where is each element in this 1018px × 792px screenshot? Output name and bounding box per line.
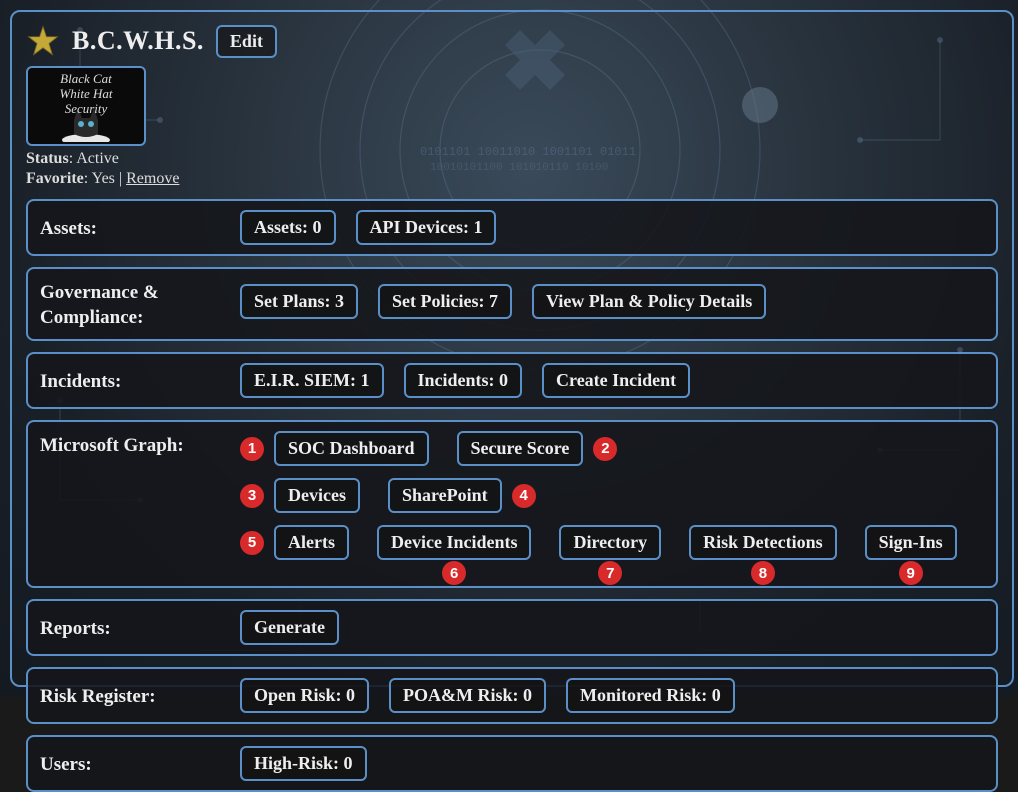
star-icon	[26, 24, 60, 58]
section-reports: Reports Generate	[26, 599, 998, 656]
remove-favorite-link[interactable]: Remove	[126, 170, 179, 187]
secure-score-button[interactable]: Secure Score	[457, 431, 584, 466]
section-label-risk: Risk Register	[40, 682, 240, 710]
section-risk: Risk Register Open Risk: 0 POA&M Risk: 0…	[26, 667, 998, 724]
section-governance: Governance & Compliance Set Plans: 3 Set…	[26, 267, 998, 341]
devices-button[interactable]: Devices	[274, 478, 360, 513]
set-policies-button[interactable]: Set Policies: 7	[378, 284, 512, 319]
badge-3: 3	[240, 484, 264, 508]
app-title: B.C.W.H.S.	[72, 26, 204, 56]
badge-2: 2	[593, 437, 617, 461]
section-msgraph: Microsoft Graph 1 SOC Dashboard Secure S…	[26, 420, 998, 588]
sharepoint-button[interactable]: SharePoint	[388, 478, 502, 513]
high-risk-button[interactable]: High-Risk: 0	[240, 746, 367, 781]
section-assets: Assets Assets: 0 API Devices: 1	[26, 199, 998, 256]
eir-siem-button[interactable]: E.I.R. SIEM: 1	[240, 363, 384, 398]
directory-button[interactable]: Directory	[559, 525, 661, 560]
assets-count-button[interactable]: Assets: 0	[240, 210, 336, 245]
risk-detections-button[interactable]: Risk Detections	[689, 525, 837, 560]
section-label-msgraph: Microsoft Graph	[40, 431, 240, 459]
device-incidents-button[interactable]: Device Incidents	[377, 525, 531, 560]
badge-9: 9	[899, 561, 923, 585]
badge-6: 6	[442, 561, 466, 585]
badge-8: 8	[751, 561, 775, 585]
edit-button[interactable]: Edit	[216, 25, 277, 58]
section-users: Users High-Risk: 0	[26, 735, 998, 792]
badge-5: 5	[240, 531, 264, 555]
section-label-governance: Governance & Compliance	[40, 278, 240, 330]
section-label-incidents: Incidents	[40, 367, 240, 395]
favorite-line: Favorite: Yes | Remove	[26, 170, 998, 188]
badge-4: 4	[512, 484, 536, 508]
set-plans-button[interactable]: Set Plans: 3	[240, 284, 358, 319]
generate-button[interactable]: Generate	[240, 610, 339, 645]
alerts-button[interactable]: Alerts	[274, 525, 349, 560]
sign-ins-button[interactable]: Sign-Ins	[865, 525, 957, 560]
section-label-assets: Assets	[40, 214, 240, 242]
open-risk-button[interactable]: Open Risk: 0	[240, 678, 369, 713]
badge-7: 7	[598, 561, 622, 585]
section-label-users: Users	[40, 750, 240, 778]
api-devices-button[interactable]: API Devices: 1	[356, 210, 497, 245]
soc-dashboard-button[interactable]: SOC Dashboard	[274, 431, 429, 466]
incidents-count-button[interactable]: Incidents: 0	[404, 363, 523, 398]
brand-logo: Black Cat White Hat Security	[26, 66, 146, 146]
view-plan-policy-button[interactable]: View Plan & Policy Details	[532, 284, 766, 319]
section-label-reports: Reports	[40, 614, 240, 642]
poam-risk-button[interactable]: POA&M Risk: 0	[389, 678, 546, 713]
status-line: Status: Active	[26, 150, 998, 168]
create-incident-button[interactable]: Create Incident	[542, 363, 690, 398]
monitored-risk-button[interactable]: Monitored Risk: 0	[566, 678, 735, 713]
badge-1: 1	[240, 437, 264, 461]
section-incidents: Incidents E.I.R. SIEM: 1 Incidents: 0 Cr…	[26, 352, 998, 409]
